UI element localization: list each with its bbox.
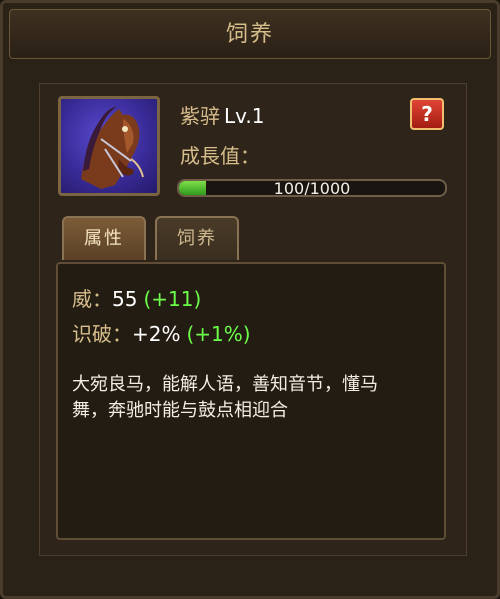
stat-row-insight: 识破：+2% (+1%) (72, 318, 251, 347)
mount-name-text: 紫骍 (180, 104, 220, 128)
growth-progress-bar: 100/1000 (177, 179, 447, 197)
help-button[interactable]: ? (410, 98, 444, 130)
stat-value: +2% (132, 322, 181, 346)
description-line: 大宛良马，能解人语，善知音节，懂马 (72, 374, 378, 395)
stat-label: 识破： (72, 322, 132, 346)
stat-bonus: (+1%) (186, 322, 251, 346)
horse-icon (81, 107, 144, 189)
tab-feeding-label: 饲养 (177, 228, 217, 249)
mount-description: 大宛良马，能解人语，善知音节，懂马 舞，奔驰时能与鼓点相迎合 (72, 372, 432, 424)
stat-label: 威： (72, 287, 112, 311)
description-line: 舞，奔驰时能与鼓点相迎合 (72, 400, 288, 421)
tab-feeding[interactable]: 饲养 (155, 216, 239, 260)
stat-bonus: (+11) (143, 287, 202, 311)
stat-row-might: 威：55 (+11) (72, 283, 201, 312)
window-header: 饲养 (9, 9, 491, 59)
mount-level: Lv.1 (224, 104, 265, 128)
mount-portrait[interactable] (58, 96, 160, 196)
growth-progress-text: 100/1000 (273, 179, 351, 197)
window-title: 饲养 (225, 22, 274, 47)
tab-attributes[interactable]: 属性 (62, 216, 146, 260)
growth-label: 成長值： (180, 144, 260, 168)
stat-value: 55 (112, 287, 138, 311)
tab-attributes-label: 属性 (84, 228, 124, 249)
mount-name: 紫骍 Lv.1 (180, 100, 265, 129)
help-icon: ? (421, 102, 433, 126)
